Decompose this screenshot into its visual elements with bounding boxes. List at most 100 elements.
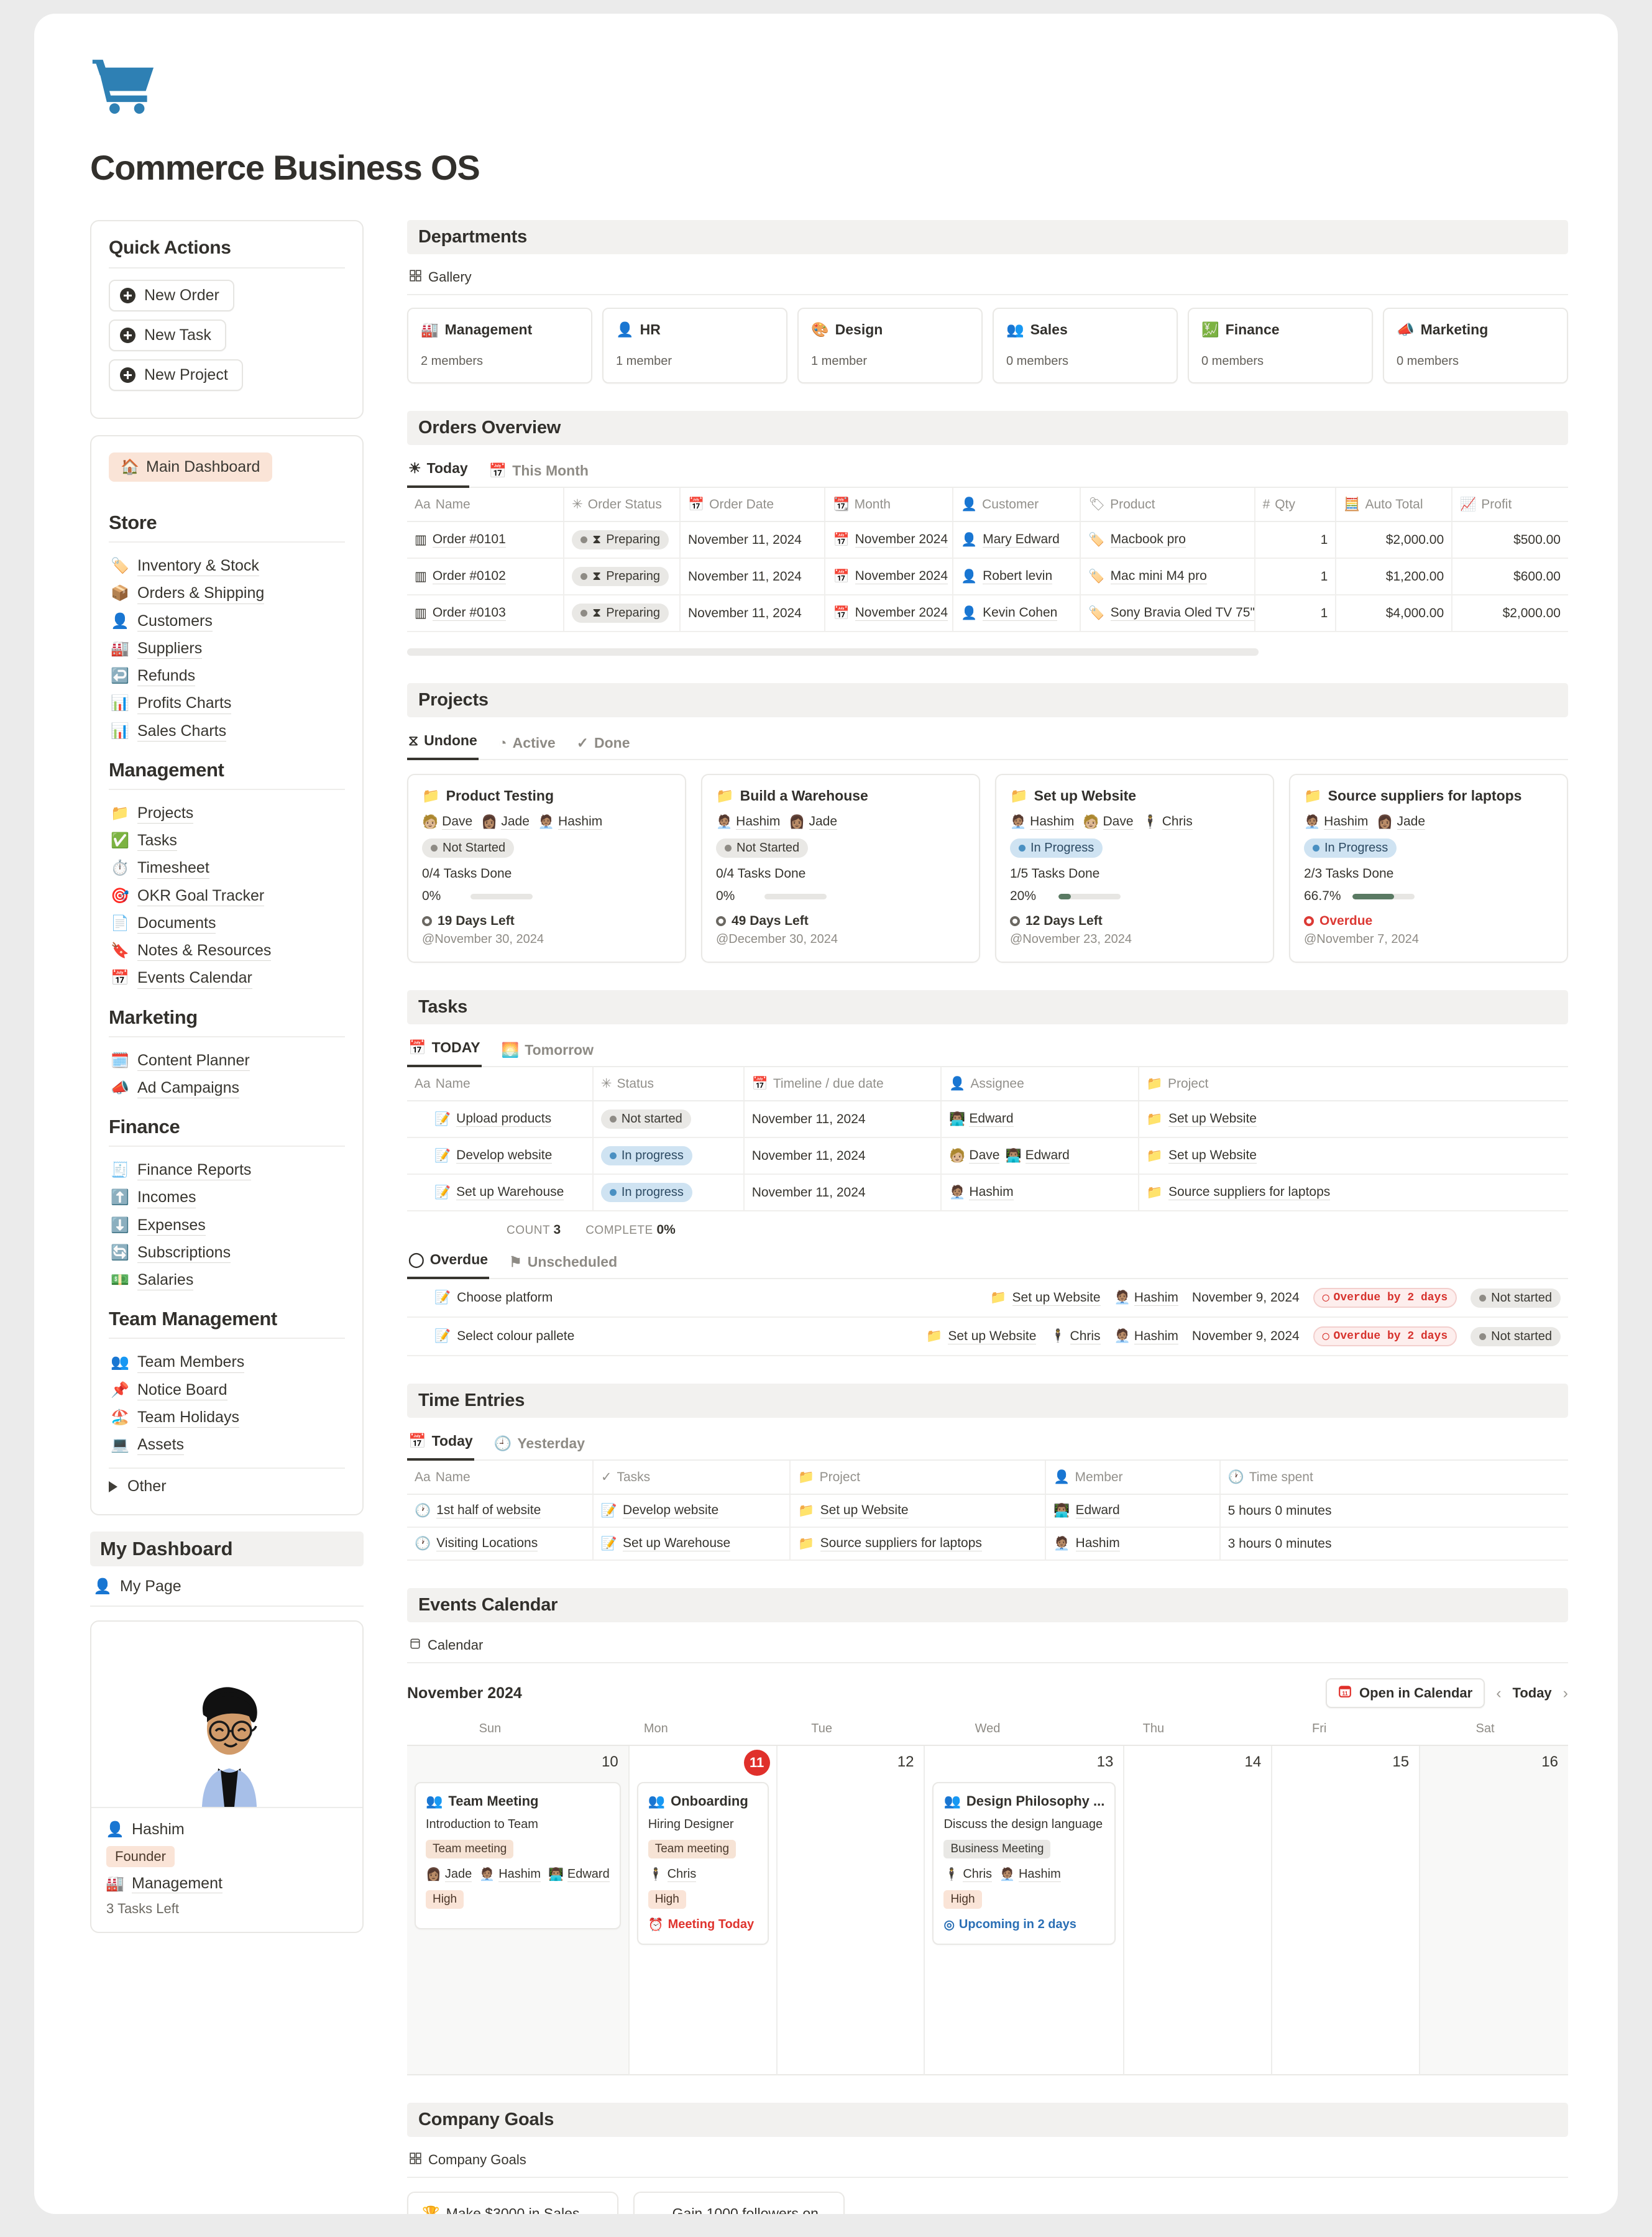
- sidebar-item-salaries[interactable]: 💵 Salaries: [109, 1267, 345, 1294]
- assignee-chip[interactable]: 🧑🏽‍💼 Hashim: [1114, 1290, 1178, 1306]
- overdue-tab-unscheduled[interactable]: ⚑ Unscheduled: [508, 1251, 618, 1279]
- project-card-set-up-website[interactable]: 📁 Set up Website 🧑🏽‍💼 Hashim 🧑🏼 Dave 🕴️ Chris…: [995, 774, 1274, 963]
- profile-card[interactable]: 👤 Hashim Founder 🏭 Management 3 Tasks Le…: [90, 1620, 364, 1934]
- orders-tab-this-month[interactable]: 📅 This Month: [488, 460, 590, 488]
- new-task-button[interactable]: New Task: [109, 319, 226, 351]
- sidebar-item-orders-shipping[interactable]: 📦 Orders & Shipping: [109, 580, 345, 607]
- task-name-cell[interactable]: 📝 Set up Warehouse: [407, 1174, 594, 1211]
- calendar-day-16[interactable]: 16: [1420, 1746, 1568, 2075]
- calendar-view-tab[interactable]: Calendar: [407, 1635, 1568, 1663]
- member-chip[interactable]: 👩🏽 Jade: [1377, 814, 1426, 830]
- entry-name-cell[interactable]: 🕐 1st half of website: [407, 1494, 594, 1528]
- department-card-marketing[interactable]: 📣 Marketing 0 members: [1383, 308, 1568, 384]
- task-project-cell[interactable]: 📁 Source suppliers for laptops: [1138, 1174, 1568, 1211]
- column-header-time-spent[interactable]: 🕐 Time spent: [1219, 1461, 1568, 1495]
- column-header-name[interactable]: Aa Name: [407, 488, 565, 522]
- member-chip[interactable]: 🧑🏽‍💼 Hashim: [1010, 814, 1075, 830]
- sidebar-item-events-calendar[interactable]: 📅 Events Calendar: [109, 965, 345, 992]
- sidebar-item-timesheet[interactable]: ⏱️ Timesheet: [109, 855, 345, 882]
- member-chip[interactable]: 🧑🏼 Dave: [1083, 814, 1134, 830]
- task-project-cell[interactable]: 📁 Set up Website: [1138, 1101, 1568, 1138]
- column-header-profit[interactable]: 📈 Profit: [1452, 488, 1568, 522]
- sidebar-item-tasks[interactable]: ✅ Tasks: [109, 827, 345, 855]
- chevron-left-icon[interactable]: ‹: [1496, 1684, 1501, 1702]
- task-status-cell[interactable]: In progress: [592, 1174, 745, 1211]
- member-chip[interactable]: 👩🏽 Jade: [481, 814, 530, 830]
- task-assignee-cell[interactable]: 🧑🏽‍💼 Hashim: [941, 1174, 1139, 1211]
- sidebar-item-documents[interactable]: 📄 Documents: [109, 910, 345, 937]
- overdue-project[interactable]: 📁 Set up Website: [990, 1290, 1101, 1306]
- order-month-cell[interactable]: 📅 November 2024: [825, 558, 953, 595]
- sidebar-item-okr-goal-tracker[interactable]: 🎯 OKR Goal Tracker: [109, 883, 345, 910]
- sidebar-item-customers[interactable]: 👤 Customers: [109, 608, 345, 635]
- attendee-chip[interactable]: 🕴️ Chris: [648, 1867, 697, 1882]
- column-header-name[interactable]: Aa Name: [407, 1461, 594, 1495]
- entry-member-cell[interactable]: 👨🏽‍💻 Edward: [1045, 1494, 1221, 1528]
- entry-project-cell[interactable]: 📁 Source suppliers for laptops: [790, 1527, 1047, 1561]
- overdue-project[interactable]: 📁 Set up Website: [926, 1329, 1037, 1344]
- table-row[interactable]: 🕐 1st half of website 📝 Develop website 📁 S…: [407, 1494, 1568, 1528]
- order-product-cell[interactable]: 🏷️ Mac mini M4 pro: [1080, 558, 1255, 595]
- member-chip[interactable]: 🕴️ Chris: [1142, 814, 1193, 830]
- column-header-name[interactable]: Aa Name: [407, 1067, 594, 1101]
- table-row[interactable]: 📝 Develop website In progress November 11…: [407, 1137, 1568, 1175]
- assignee-chip[interactable]: 🧑🏽‍💼 Hashim: [949, 1185, 1014, 1200]
- department-card-finance[interactable]: 💹 Finance 0 members: [1188, 308, 1373, 384]
- calendar-day-11[interactable]: 11 👥 Onboarding Hiring Designer Team mee…: [629, 1746, 778, 2075]
- order-month-cell[interactable]: 📅 November 2024: [825, 595, 953, 632]
- overdue-task-name-cell[interactable]: 📝 Choose platform: [415, 1290, 990, 1305]
- sidebar-item-notice-board[interactable]: 📌 Notice Board: [109, 1377, 345, 1404]
- table-row[interactable]: 📝 Set up Warehouse In progress November 1…: [407, 1174, 1568, 1211]
- sidebar-item-inventory-stock[interactable]: 🏷️ Inventory & Stock: [109, 553, 345, 580]
- order-status-cell[interactable]: ⧗ Preparing: [564, 558, 681, 595]
- column-header-timeline-due-date[interactable]: 📅 Timeline / due date: [743, 1067, 942, 1101]
- task-assignee-cell[interactable]: 👨🏽‍💻 Edward: [941, 1101, 1139, 1138]
- projects-tab-done[interactable]: ✓ Done: [576, 732, 631, 760]
- sidebar-item-ad-campaigns[interactable]: 📣 Ad Campaigns: [109, 1075, 345, 1102]
- projects-tab-undone[interactable]: ⧖ Undone: [407, 730, 479, 760]
- column-header-project[interactable]: 📁 Project: [790, 1461, 1047, 1495]
- sidebar-item-expenses[interactable]: ⬇️ Expenses: [109, 1212, 345, 1239]
- sidebar-item-subscriptions[interactable]: 🔄 Subscriptions: [109, 1239, 345, 1267]
- calendar-day-15[interactable]: 15: [1272, 1746, 1421, 2075]
- column-header-month[interactable]: 📆 Month: [825, 488, 953, 522]
- attendee-chip[interactable]: 🧑🏽‍💼 Hashim: [479, 1867, 541, 1882]
- department-card-sales[interactable]: 👥 Sales 0 members: [993, 308, 1178, 384]
- calendar-day-14[interactable]: 14: [1124, 1746, 1273, 2075]
- column-header-order-status[interactable]: ✳ Order Status: [564, 488, 681, 522]
- profile-department-row[interactable]: 🏭 Management: [106, 1875, 347, 1894]
- projects-tab-active[interactable]: ◔ Active: [497, 732, 557, 760]
- new-project-button[interactable]: New Project: [109, 359, 243, 391]
- order-name-cell[interactable]: ▥ Order #0102: [407, 558, 565, 595]
- event-card-onboarding[interactable]: 👥 Onboarding Hiring Designer Team meetin…: [636, 1782, 769, 1945]
- departments-view-tab[interactable]: Gallery: [407, 267, 1568, 295]
- column-header-auto-total[interactable]: 🧮 Auto Total: [1336, 488, 1453, 522]
- assignee-chip[interactable]: 👨🏽‍💻 Edward: [949, 1111, 1014, 1127]
- assignee-chip[interactable]: 🕴️ Chris: [1050, 1329, 1101, 1344]
- event-card-team-meeting[interactable]: 👥 Team Meeting Introduction to Team Team…: [415, 1782, 621, 1929]
- order-name-cell[interactable]: ▥ Order #0101: [407, 521, 565, 559]
- department-card-management[interactable]: 🏭 Management 2 members: [407, 308, 592, 384]
- order-name-cell[interactable]: ▥ Order #0103: [407, 595, 565, 632]
- order-customer-cell[interactable]: 👤 Robert levin: [952, 558, 1081, 595]
- attendee-chip[interactable]: 👩🏽 Jade: [426, 1867, 472, 1882]
- sidebar-item-content-planner[interactable]: 🗓️ Content Planner: [109, 1047, 345, 1075]
- task-status-cell[interactable]: Not started: [592, 1101, 745, 1138]
- entry-name-cell[interactable]: 🕐 Visiting Locations: [407, 1527, 594, 1561]
- entry-member-cell[interactable]: 🧑🏽‍💼 Hashim: [1045, 1527, 1221, 1561]
- calendar-day-10[interactable]: 10 👥 Team Meeting Introduction to Team T…: [407, 1746, 630, 2075]
- assignee-chip[interactable]: 🧑🏽‍💼 Hashim: [1114, 1329, 1178, 1344]
- entry-task-cell[interactable]: 📝 Develop website: [592, 1494, 791, 1528]
- table-row[interactable]: 📝 Upload products Not started November 11…: [407, 1101, 1568, 1138]
- order-customer-cell[interactable]: 👤 Kevin Cohen: [952, 595, 1081, 632]
- order-product-cell[interactable]: 🏷️ Sony Bravia Oled TV 75": [1080, 595, 1255, 632]
- orders-horizontal-scrollbar[interactable]: [407, 648, 1259, 656]
- task-project-cell[interactable]: 📁 Set up Website: [1138, 1137, 1568, 1175]
- attendee-chip[interactable]: 🕴️ Chris: [943, 1867, 993, 1882]
- calendar-day-12[interactable]: 12: [777, 1746, 925, 2075]
- tasks-tab-today[interactable]: 📅 TODAY: [407, 1037, 482, 1067]
- project-card-build-a-warehouse[interactable]: 📁 Build a Warehouse 🧑🏽‍💼 Hashim 👩🏽 Jade Not…: [701, 774, 980, 963]
- entry-project-cell[interactable]: 📁 Set up Website: [790, 1494, 1047, 1528]
- member-chip[interactable]: 🧑🏽‍💼 Hashim: [716, 814, 781, 830]
- task-assignee-cell[interactable]: 🧑🏼 Dave 👨🏽‍💻 Edward: [941, 1137, 1139, 1175]
